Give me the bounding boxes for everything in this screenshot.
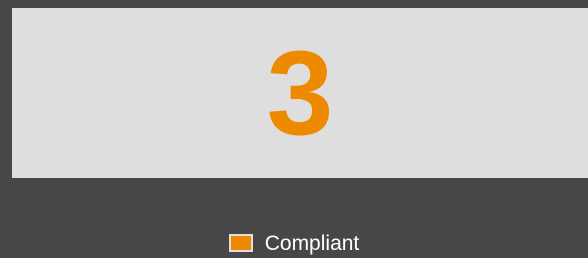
legend-label-compliant: Compliant (264, 231, 360, 255)
legend: Compliant (0, 229, 588, 257)
legend-swatch-compliant (228, 234, 253, 252)
kpi-value: 3 (266, 26, 334, 160)
kpi-panel: 3 (12, 8, 588, 178)
